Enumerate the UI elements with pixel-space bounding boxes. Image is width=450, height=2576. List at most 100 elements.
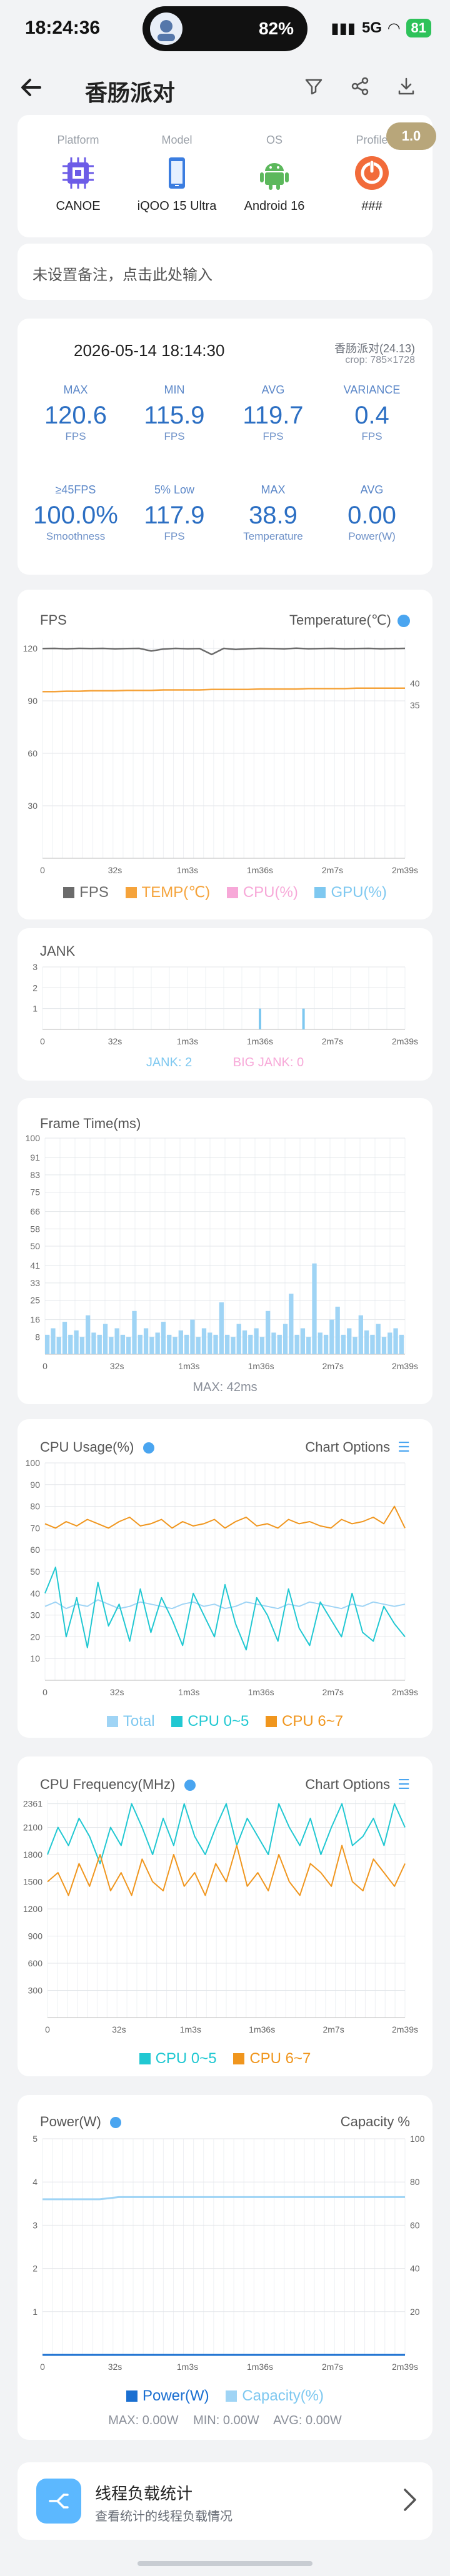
frametime-bar <box>62 1322 68 1354</box>
y-right-tick-label: 40 <box>410 678 420 688</box>
power-stats: MAX: 0.00W MIN: 0.00W AVG: 0.00W <box>18 2414 432 2428</box>
back-arrow-icon[interactable] <box>18 74 45 108</box>
y-right-tick-label: 35 <box>410 700 420 710</box>
power-title: Power(W) <box>40 2114 101 2129</box>
stat-5-low: 5% Low 117.9 FPS <box>128 483 221 543</box>
x-tick-label: 1m36s <box>247 2362 273 2372</box>
stat-unit: FPS <box>361 430 382 442</box>
stat-label: MAX <box>63 384 88 396</box>
x-tick-label: 0 <box>40 1036 45 1046</box>
legend-cpu-6-7[interactable]: CPU 6~7 <box>266 1713 343 1730</box>
y-tick-label: 80 <box>30 1502 40 1512</box>
legend-capacity[interactable]: Capacity(%) <box>226 2387 324 2405</box>
x-tick-label: 2m39s <box>392 1036 418 1046</box>
y-tick-label: 60 <box>30 1545 40 1555</box>
jank-bar <box>259 1008 261 1029</box>
x-tick-label: 32s <box>110 1361 124 1371</box>
crop-size: crop: 785×1728 <box>345 355 415 365</box>
jank-card: JANK 1 2 3 0 32s 1m3s 1m36s 2m7s 2m39s JANK: 2 B… <box>18 928 432 1081</box>
frametime-bar <box>259 1337 265 1354</box>
status-bar: 18:24:36 82% ▮▮▮ 5G ◠ 81 <box>0 0 450 60</box>
chart-options-button[interactable]: Chart Options ☰ <box>305 1776 410 1793</box>
platform-value: CANOE <box>56 199 101 213</box>
cpu-frequency-chart: 300 600 900 1200 1500 1800 2100 2361 0 32s 1m3s 1m3… <box>23 1799 418 2034</box>
note-placeholder[interactable]: 未设置备注，点击此处输入 <box>32 262 212 284</box>
stat-unit: Power(W) <box>348 530 396 542</box>
version-badge[interactable]: 1.0 <box>386 122 436 150</box>
stat-unit: FPS <box>262 430 284 442</box>
x-tick-label: 1m3s <box>177 1036 198 1046</box>
y-tick-label: 1200 <box>23 1904 42 1914</box>
legend-cpu[interactable]: CPU(%) <box>226 883 298 901</box>
x-tick-label: 1m36s <box>248 1687 274 1697</box>
temperature-axis-title[interactable]: Temperature(℃) <box>289 612 410 628</box>
stat-value: 120.6 <box>44 402 108 429</box>
chart-options-button[interactable]: Chart Options ☰ <box>305 1439 410 1455</box>
frametime-bar <box>399 1334 404 1354</box>
frametime-bar <box>97 1334 102 1354</box>
dynamic-island[interactable]: 82% <box>142 6 308 51</box>
jank-chart: 1 2 3 0 32s 1m3s 1m36s 2m7s 2m39s <box>32 962 418 1046</box>
home-indicator[interactable] <box>138 2561 312 2566</box>
frametime-bar <box>300 1328 306 1354</box>
info-icon[interactable] <box>142 1442 154 1454</box>
x-tick-label: 32s <box>108 865 122 875</box>
x-tick-label: 2m7s <box>322 1361 344 1371</box>
fps-chart: 30 60 90 120 35 40 0 32s 1m3s 1m36s 2m7s 2m39s <box>23 640 420 875</box>
legend-cpu-6-7[interactable]: CPU 6~7 <box>233 2050 311 2068</box>
legend-label: FPS <box>79 883 109 901</box>
status-right: ▮▮▮ 5G ◠ 81 <box>331 19 431 37</box>
frametime-card: Frame Time(ms) 8 16 25 33 41 50 58 66 75 83 91 100 0… <box>18 1098 432 1404</box>
x-tick-label: 2m39s <box>392 2024 418 2034</box>
y-tick-label: 2 <box>32 983 38 993</box>
y-tick-label: 75 <box>30 1187 40 1197</box>
y-tick-label: 900 <box>28 1931 43 1941</box>
legend-label: CPU(%) <box>242 883 298 901</box>
info-icon[interactable] <box>184 1780 196 1791</box>
frametime-bar <box>196 1337 201 1354</box>
y-tick-label: 16 <box>30 1315 40 1325</box>
cpu-usage-card: CPU Usage(%) Chart Options ☰ 10 20 30 40 50 6… <box>18 1419 432 1738</box>
frametime-bar <box>376 1324 381 1354</box>
legend-total[interactable]: Total <box>106 1713 155 1730</box>
y-tick-label: 4 <box>32 2177 38 2187</box>
filter-icon[interactable] <box>304 76 324 102</box>
frametime-bar <box>45 1334 50 1354</box>
power-legend: Power(W) Capacity(%) <box>18 2387 432 2406</box>
frametime-bar <box>149 1337 154 1354</box>
legend-cpu-0-5[interactable]: CPU 0~5 <box>139 2050 217 2068</box>
sync-icon <box>398 615 410 628</box>
y-tick-label: 2100 <box>23 1823 42 1833</box>
frametime-bar <box>155 1332 160 1354</box>
stat-smoothness: ≥45FPS 100.0% Smoothness <box>29 483 122 543</box>
frametime-bar <box>329 1319 334 1354</box>
frametime-bar <box>102 1324 108 1354</box>
frametime-bar <box>393 1328 398 1354</box>
legend-temp[interactable]: TEMP(℃) <box>125 883 210 901</box>
download-icon[interactable] <box>396 76 416 102</box>
wifi-icon: ◠ <box>388 19 400 37</box>
stat-max-temp: MAX 38.9 Temperature <box>226 483 320 543</box>
stat-value: 0.4 <box>354 402 389 429</box>
stat-value: 115.9 <box>144 402 205 429</box>
cpu-freq-title: CPU Frequency(MHz) <box>40 1776 176 1792</box>
chart-options-label: Chart Options <box>305 1776 391 1792</box>
thread-load-card[interactable]: 线程负载统计 查看统计的线程负载情况 <box>18 2462 432 2540</box>
x-tick-label: 2m7s <box>322 1036 343 1046</box>
share-icon[interactable] <box>350 76 370 102</box>
cpu-freq-legend: CPU 0~5 CPU 6~7 <box>18 2050 432 2069</box>
legend-power[interactable]: Power(W) <box>126 2387 209 2405</box>
thread-load-title: 线程负载统计 <box>95 2484 193 2503</box>
frametime-bar <box>114 1328 119 1354</box>
sync-icon[interactable] <box>109 2117 121 2129</box>
x-tick-label: 1m36s <box>249 2024 275 2034</box>
frametime-bar <box>242 1330 248 1354</box>
y-tick-label: 1800 <box>23 1850 42 1860</box>
legend-fps[interactable]: FPS <box>63 884 109 901</box>
legend-cpu-0-5[interactable]: CPU 0~5 <box>171 1713 249 1730</box>
y-tick-label: 3 <box>32 962 38 972</box>
stat-label: AVG <box>261 384 285 396</box>
x-tick-label: 1m3s <box>178 1361 199 1371</box>
legend-gpu[interactable]: GPU(%) <box>314 884 387 901</box>
note-card[interactable]: 未设置备注，点击此处输入 <box>18 244 432 300</box>
